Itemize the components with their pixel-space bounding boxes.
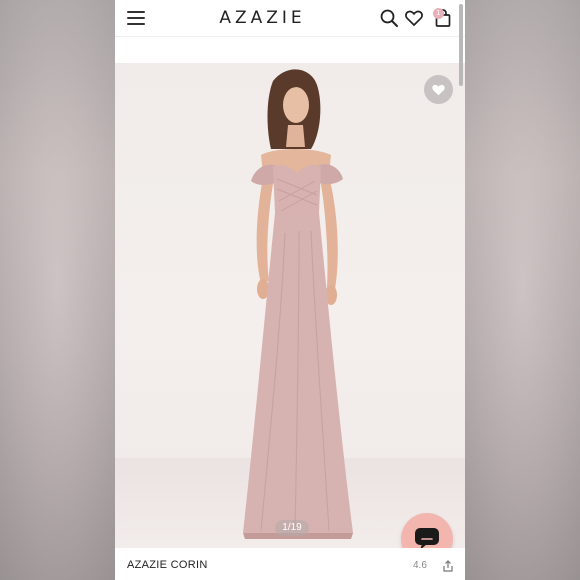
favorite-heart-icon[interactable] [424,75,453,104]
share-icon[interactable] [442,559,454,572]
search-icon[interactable] [379,8,399,28]
image-pager-indicator: 1/19 [275,520,309,536]
product-image-gallery[interactable]: 1/19 [115,63,465,548]
brand-logo[interactable]: AZAZIE [205,8,320,28]
product-rating: 4.6 [413,560,427,571]
cart-count-badge: 1 [433,8,444,19]
product-photo-model [243,69,353,539]
product-info-bar: AZAZIE CORIN 4.6 [115,548,465,580]
blurred-background-right [465,0,580,580]
page-scrollbar[interactable] [459,4,463,86]
wishlist-heart-icon[interactable] [404,8,424,28]
blurred-background-left [0,0,115,580]
header-spacer [115,37,465,63]
product-name[interactable]: AZAZIE CORIN [127,559,208,571]
hamburger-menu-icon[interactable] [127,11,145,25]
mobile-screen: AZAZIE 1 1/19 AZAZIE CORIN 4.6 [115,0,465,580]
top-header: AZAZIE 1 [115,0,465,37]
